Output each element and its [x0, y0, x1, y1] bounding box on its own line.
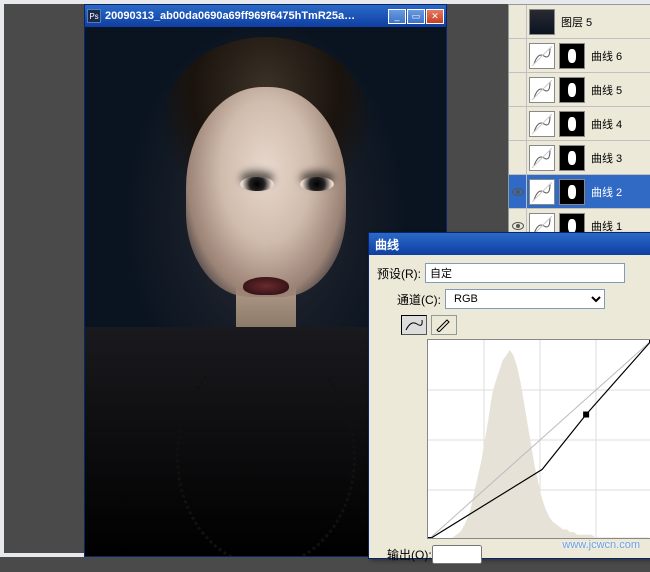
close-button[interactable]: ✕ — [426, 9, 444, 24]
layer-row[interactable]: 曲线 5 — [509, 73, 650, 107]
preset-input[interactable] — [425, 263, 625, 283]
output-label: 输出(O): — [387, 546, 432, 563]
layer-name: 曲线 4 — [587, 116, 650, 132]
curve-tool-button[interactable] — [401, 315, 427, 335]
visibility-toggle[interactable] — [509, 141, 527, 174]
pencil-tool-button[interactable] — [431, 315, 457, 335]
visibility-toggle[interactable] — [509, 175, 527, 208]
layer-row[interactable]: 曲线 6 — [509, 39, 650, 73]
mask-thumb — [559, 43, 585, 69]
photoshop-icon: Ps — [87, 9, 101, 23]
curves-dialog: 曲线 预设(R): 通道(C): RGB 输出(O): — [368, 232, 650, 559]
document-titlebar[interactable]: Ps 20090313_ab00da0690a69ff969f6475hTmR2… — [85, 5, 446, 27]
adjustment-thumb — [529, 145, 555, 171]
adjustment-thumb — [529, 111, 555, 137]
curves-dialog-title[interactable]: 曲线 — [369, 233, 650, 255]
mask-thumb — [559, 179, 585, 205]
curves-graph[interactable] — [427, 339, 650, 539]
layer-name: 曲线 3 — [587, 150, 650, 166]
mask-thumb — [559, 145, 585, 171]
pencil-icon — [435, 318, 453, 332]
minimize-button[interactable]: _ — [388, 9, 406, 24]
layer-name: 图层 5 — [557, 14, 650, 30]
channel-label: 通道(C): — [397, 291, 441, 308]
preset-label: 预设(R): — [377, 265, 421, 282]
layer-row[interactable]: 图层 5 — [509, 5, 650, 39]
visibility-toggle[interactable] — [509, 5, 527, 38]
adjustment-thumb — [529, 43, 555, 69]
maximize-button[interactable]: ▭ — [407, 9, 425, 24]
layers-panel: 图层 5曲线 6曲线 5曲线 4曲线 3曲线 2曲线 1 — [508, 4, 650, 244]
layer-name: 曲线 6 — [587, 48, 650, 64]
layer-row[interactable]: 曲线 2 — [509, 175, 650, 209]
channel-select[interactable]: RGB — [445, 289, 605, 309]
eye-icon — [512, 222, 524, 230]
curve-icon — [405, 318, 423, 332]
layer-row[interactable]: 曲线 3 — [509, 141, 650, 175]
output-input[interactable] — [432, 545, 482, 564]
mask-thumb — [559, 111, 585, 137]
adjustment-thumb — [529, 179, 555, 205]
layer-name: 曲线 5 — [587, 82, 650, 98]
document-title: 20090313_ab00da0690a69ff969f6475hTmR25a… — [105, 10, 387, 22]
visibility-toggle[interactable] — [509, 107, 527, 140]
layer-name: 曲线 2 — [587, 184, 650, 200]
visibility-toggle[interactable] — [509, 39, 527, 72]
adjustment-thumb — [529, 77, 555, 103]
mask-thumb — [559, 77, 585, 103]
watermark: www.jcwcn.com — [562, 539, 640, 551]
layer-row[interactable]: 曲线 4 — [509, 107, 650, 141]
eye-icon — [512, 188, 524, 196]
visibility-toggle[interactable] — [509, 73, 527, 106]
layer-thumb — [529, 9, 555, 35]
